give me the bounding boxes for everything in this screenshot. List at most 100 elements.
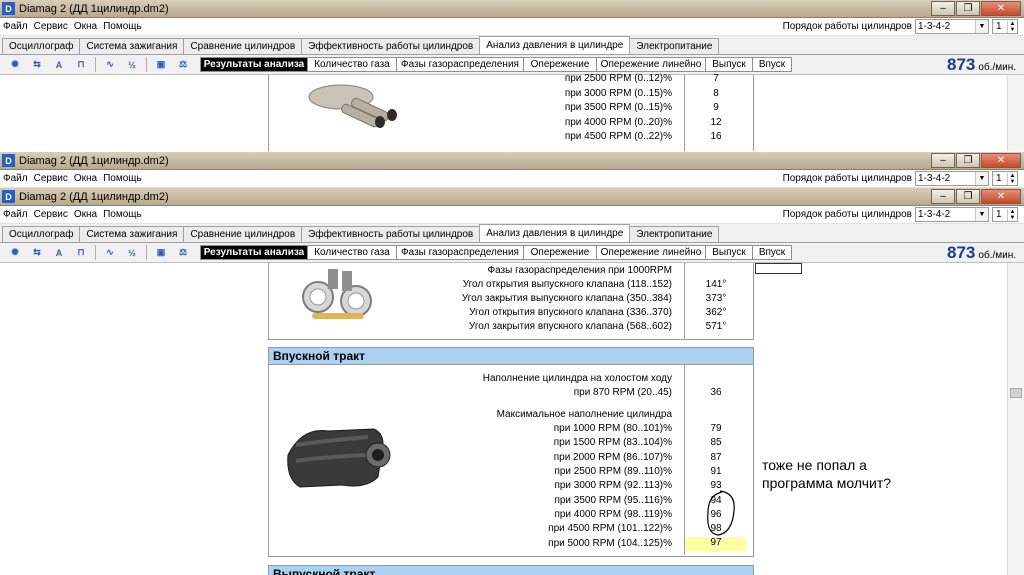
maximize-icon[interactable]: ❐: [956, 1, 980, 16]
subtab-exhaust[interactable]: Выпуск: [705, 57, 753, 72]
menubar: Файл Сервис Окна Помощь Порядок работы ц…: [0, 170, 1024, 188]
menu-help[interactable]: Помощь: [103, 173, 142, 184]
menu-file[interactable]: Файл: [3, 209, 28, 220]
subtab-advance-linear[interactable]: Опережение линейно: [596, 57, 706, 72]
timing-header: Фазы газораспределения при 1000RPM: [487, 265, 672, 276]
subtab-advance[interactable]: Опережение: [523, 57, 597, 72]
measure-icon[interactable]: ⊓: [70, 57, 92, 73]
tab-oscilloscope[interactable]: Осциллограф: [2, 38, 81, 54]
scope-icon[interactable]: ✺: [4, 245, 26, 261]
chevron-down-icon: ▼: [975, 172, 988, 185]
maximize-icon[interactable]: ❐: [956, 153, 980, 168]
scrollbar[interactable]: [1007, 263, 1024, 575]
menu-service[interactable]: Сервис: [34, 21, 68, 32]
menu-file[interactable]: Файл: [3, 173, 28, 184]
scrollbar[interactable]: [1007, 75, 1024, 151]
max-fill-label: Максимальное наполнение цилиндра: [496, 409, 672, 420]
menu-windows[interactable]: Окна: [74, 209, 97, 220]
cylinder-order-select[interactable]: 1-3-4-2 ▼: [915, 171, 989, 186]
row-label: при 4500 RPM (101..122)%: [548, 523, 672, 534]
row-label: при 2500 RPM (89..110)%: [554, 466, 672, 477]
row-label: при 1500 RPM (83..104)%: [553, 437, 672, 448]
wave-icon[interactable]: ∿: [99, 57, 121, 73]
subtab-intake[interactable]: Впуск: [752, 245, 792, 260]
measure-icon[interactable]: ⊓: [70, 245, 92, 261]
cylinder-count-spinner[interactable]: 1 ▲ ▼: [992, 19, 1018, 34]
titlebar[interactable]: D Diamag 2 (ДД 1цилиндр.dm2) – ❐ ✕: [0, 0, 1024, 18]
intake-section-title: Впускной тракт: [268, 347, 754, 365]
row-value: 362°: [705, 307, 727, 318]
sync-icon[interactable]: ⇆: [26, 57, 48, 73]
subtab-intake[interactable]: Впуск: [752, 57, 792, 72]
subtab-results[interactable]: Результаты анализа: [200, 57, 308, 72]
close-icon[interactable]: ✕: [981, 189, 1021, 204]
tab-ignition[interactable]: Система зажигания: [79, 38, 185, 54]
empty-cell[interactable]: [755, 263, 802, 274]
row-label: при 870 RPM (20..45): [573, 387, 672, 398]
subtab-results[interactable]: Результаты анализа: [200, 245, 308, 260]
menu-service[interactable]: Сервис: [34, 209, 68, 220]
tab-pressure[interactable]: Анализ давления в цилиндре: [479, 36, 631, 54]
minimize-icon[interactable]: –: [931, 153, 955, 168]
row-label: Угол открытия впускного клапана (336..37…: [469, 307, 672, 318]
subtab-advance-linear[interactable]: Опережение линейно: [596, 245, 706, 260]
tab-compare[interactable]: Сравнение цилиндров: [183, 226, 303, 242]
titlebar[interactable]: D Diamag 2 (ДД 1цилиндр.dm2) – ❐ ✕: [0, 188, 1024, 206]
auto-icon[interactable]: A: [48, 245, 70, 261]
auto-icon[interactable]: A: [48, 57, 70, 73]
algorithm-icon[interactable]: ½: [121, 57, 143, 73]
menu-windows[interactable]: Окна: [74, 21, 97, 32]
cylinder-count-spinner[interactable]: 1 ▲ ▼: [992, 207, 1018, 222]
subtab-advance[interactable]: Опережение: [523, 245, 597, 260]
row-value: 91: [710, 466, 722, 477]
menu-help[interactable]: Помощь: [103, 209, 142, 220]
sync-icon[interactable]: ⇆: [26, 245, 48, 261]
tab-ignition[interactable]: Система зажигания: [79, 226, 185, 242]
titlebar[interactable]: D Diamag 2 (ДД 1цилиндр.dm2) – ❐ ✕: [0, 152, 1024, 170]
scroll-thumb[interactable]: [1010, 388, 1022, 398]
tab-power[interactable]: Электропитание: [629, 226, 720, 242]
tab-power[interactable]: Электропитание: [629, 38, 720, 54]
subtab-exhaust[interactable]: Выпуск: [705, 245, 753, 260]
row-label: Угол закрытия выпускного клапана (350..3…: [461, 293, 672, 304]
tab-efficiency[interactable]: Эффективность работы цилиндров: [301, 226, 481, 242]
tab-efficiency[interactable]: Эффективность работы цилиндров: [301, 38, 481, 54]
wave-icon[interactable]: ∿: [99, 245, 121, 261]
window-title: Diamag 2 (ДД 1цилиндр.dm2): [19, 190, 169, 203]
content-area: при 2500 RPM (0..12)% 7 при 3000 RPM (0.…: [0, 73, 1024, 151]
tab-oscilloscope[interactable]: Осциллограф: [2, 226, 81, 242]
main-tabs: Осциллограф Система зажигания Сравнение …: [0, 224, 1024, 243]
menu-help[interactable]: Помощь: [103, 21, 142, 32]
row-label: при 2000 RPM (86..107)%: [553, 452, 672, 463]
row-label: при 4000 RPM (98..119)%: [554, 509, 672, 520]
menu-service[interactable]: Сервис: [34, 173, 68, 184]
maximize-icon[interactable]: ❐: [956, 189, 980, 204]
compare-icon[interactable]: ⚖: [172, 245, 194, 261]
subtab-phases[interactable]: Фазы газораспределения: [396, 245, 524, 260]
save-icon[interactable]: ▣: [150, 245, 172, 261]
window-title: Diamag 2 (ДД 1цилиндр.dm2): [19, 154, 169, 167]
cylinder-count-spinner[interactable]: 1 ▲ ▼: [992, 171, 1018, 186]
row-value: 571°: [705, 321, 727, 332]
menu-windows[interactable]: Окна: [74, 173, 97, 184]
subtab-gas[interactable]: Количество газа: [307, 57, 397, 72]
minimize-icon[interactable]: –: [931, 1, 955, 16]
tab-pressure[interactable]: Анализ давления в цилиндре: [479, 224, 631, 242]
compare-icon[interactable]: ⚖: [172, 57, 194, 73]
row-value: 141°: [705, 279, 727, 290]
subtab-gas[interactable]: Количество газа: [307, 245, 397, 260]
subtab-phases[interactable]: Фазы газораспределения: [396, 57, 524, 72]
row-label: при 3000 RPM (0..15)%: [564, 88, 672, 99]
cylinder-order-select[interactable]: 1-3-4-2 ▼: [915, 19, 989, 34]
save-icon[interactable]: ▣: [150, 57, 172, 73]
scope-icon[interactable]: ✺: [4, 57, 26, 73]
algorithm-icon[interactable]: ½: [121, 245, 143, 261]
minimize-icon[interactable]: –: [931, 189, 955, 204]
menu-file[interactable]: Файл: [3, 21, 28, 32]
close-icon[interactable]: ✕: [981, 153, 1021, 168]
close-icon[interactable]: ✕: [981, 1, 1021, 16]
row-label: при 1000 RPM (80..101)%: [553, 423, 672, 434]
cylinder-order-select[interactable]: 1-3-4-2 ▼: [915, 207, 989, 222]
row-label: Угол закрытия впускного клапана (568..60…: [468, 321, 672, 332]
tab-compare[interactable]: Сравнение цилиндров: [183, 38, 303, 54]
